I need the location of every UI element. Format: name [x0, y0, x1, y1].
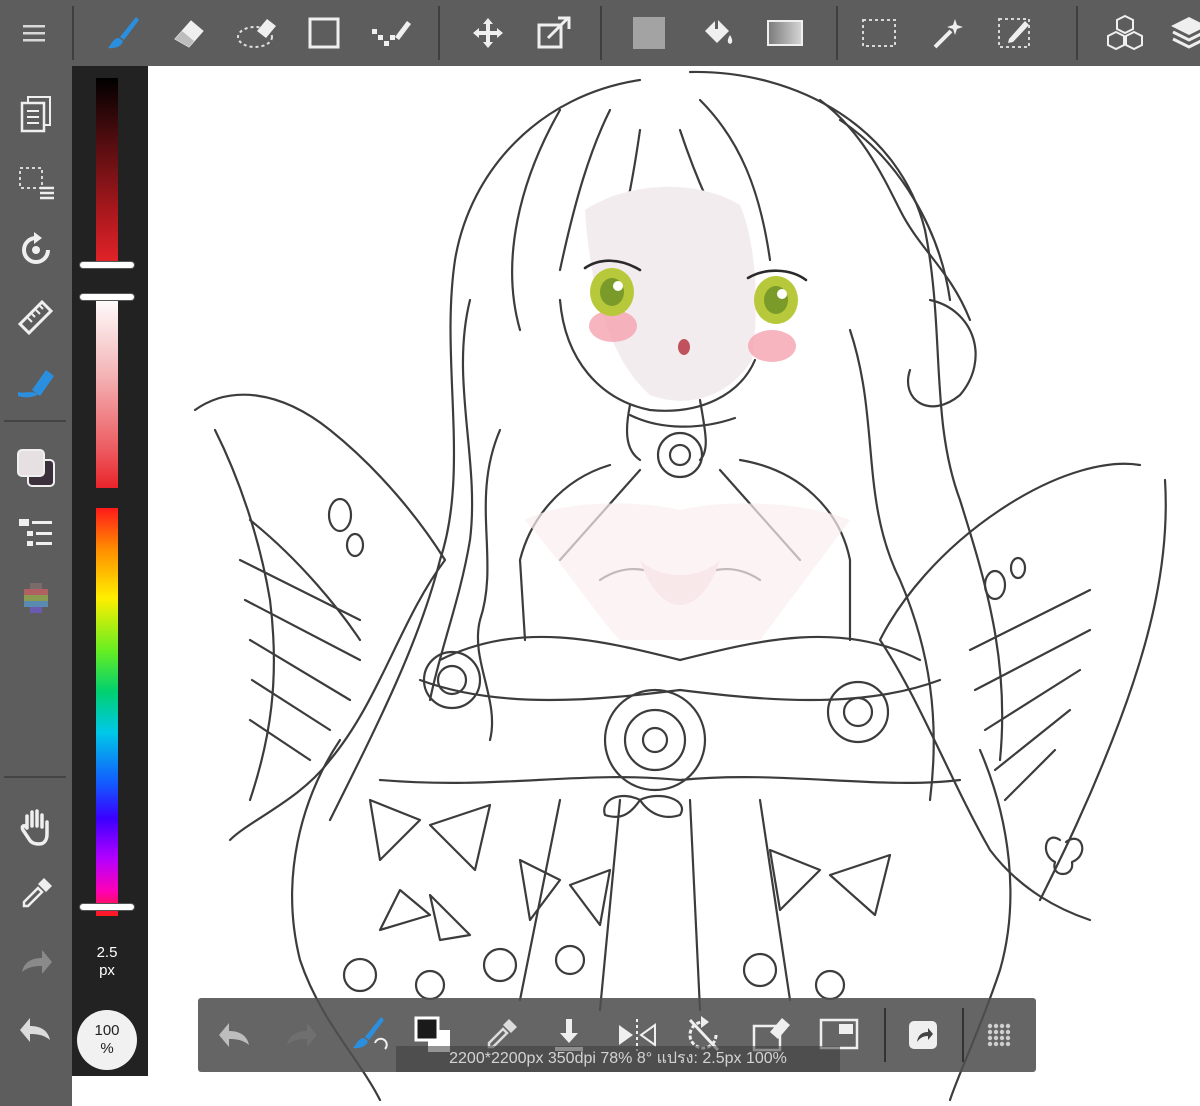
pen-tool-icon[interactable]	[10, 356, 62, 408]
lasso-eraser-icon[interactable]	[232, 8, 282, 58]
fill-color-icon[interactable]	[624, 8, 674, 58]
gradient-icon[interactable]	[760, 8, 810, 58]
brush-size-value: 2.5	[96, 944, 118, 961]
hue-slider-thumb[interactable]	[80, 904, 134, 910]
share-icon[interactable]	[898, 1010, 948, 1060]
top-toolbar	[0, 0, 1200, 66]
select-pen-icon[interactable]	[990, 8, 1040, 58]
canvas-status-bar: 2200*2200px 350dpi 78% 8° แปรง: 2.5px 10…	[396, 1046, 840, 1072]
color-slider-panel: 2.5 px 100 %	[72, 66, 148, 1076]
toolbar-divider	[962, 1008, 964, 1062]
saturation-slider[interactable]	[96, 296, 118, 488]
left-toolbar	[0, 66, 72, 1106]
marquee-select-icon[interactable]	[854, 8, 904, 58]
rotate-icon[interactable]	[10, 224, 62, 276]
toolbar-divider	[4, 776, 66, 778]
brush-size-readout[interactable]: 2.5 px	[80, 944, 134, 980]
selection-menu-icon[interactable]	[10, 156, 62, 208]
hue-slider[interactable]	[96, 508, 118, 916]
palette-icon[interactable]	[10, 574, 62, 626]
dot-pen-icon[interactable]	[366, 8, 416, 58]
transform-icon[interactable]	[529, 8, 579, 58]
move-icon[interactable]	[463, 8, 513, 58]
opacity-button[interactable]: 100 %	[77, 1010, 137, 1070]
opacity-value: 100	[94, 1022, 120, 1039]
layers-icon[interactable]	[1164, 8, 1200, 58]
toolbar-divider	[438, 6, 440, 60]
redo-icon[interactable]	[276, 1010, 326, 1060]
toolbar-divider	[836, 6, 838, 60]
artwork	[193, 70, 1167, 1102]
rectangle-icon[interactable]	[299, 8, 349, 58]
eyedropper-icon[interactable]	[10, 868, 62, 920]
saturation-slider-thumb[interactable]	[80, 294, 134, 300]
hand-icon[interactable]	[10, 800, 62, 852]
layer-list-icon[interactable]	[10, 508, 62, 560]
undo-arrow-icon[interactable]	[10, 1004, 62, 1056]
material-cubes-icon[interactable]	[1100, 8, 1150, 58]
undo-icon[interactable]	[210, 1010, 260, 1060]
brush-size-unit: px	[99, 962, 115, 979]
brightness-slider-thumb[interactable]	[80, 262, 134, 268]
toolbar-divider	[1076, 6, 1078, 60]
eraser-icon[interactable]	[164, 8, 214, 58]
brightness-slider[interactable]	[96, 78, 118, 268]
brush-icon[interactable]	[98, 8, 148, 58]
toolbar-divider	[884, 1008, 886, 1062]
drawing-canvas[interactable]	[148, 66, 1200, 1106]
toolbar-divider	[4, 420, 66, 422]
grid-menu-icon[interactable]	[974, 1010, 1024, 1060]
toolbar-divider	[600, 6, 602, 60]
redo-arrow-icon[interactable]	[10, 936, 62, 988]
magic-wand-icon[interactable]	[922, 8, 972, 58]
bucket-icon[interactable]	[692, 8, 742, 58]
pages-icon[interactable]	[10, 88, 62, 140]
opacity-unit: %	[100, 1040, 114, 1057]
toolbar-divider	[72, 6, 74, 60]
ruler-icon[interactable]	[10, 290, 62, 342]
brush-blend-icon[interactable]	[342, 1010, 392, 1060]
menu-icon[interactable]	[9, 8, 59, 58]
color-swatch-icon[interactable]	[10, 442, 62, 494]
